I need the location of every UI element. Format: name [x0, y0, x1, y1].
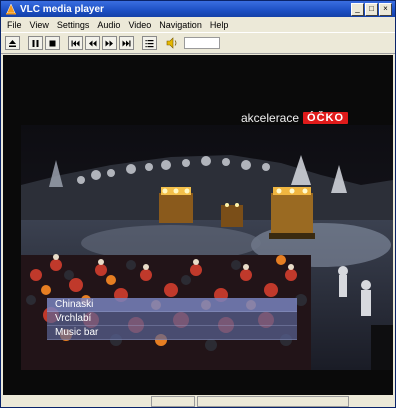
- channel-watermark: akcelerace ÓČKO: [241, 111, 349, 125]
- fast-forward-button[interactable]: [102, 36, 117, 50]
- playlist-overlay: Chinaski Vrchlabí Music bar: [47, 298, 297, 340]
- volume-slider[interactable]: [184, 37, 220, 49]
- vlc-window: VLC media player _ □ × File View Setting…: [0, 0, 396, 408]
- playlist-icon: [145, 39, 154, 47]
- skip-back-icon: [71, 40, 80, 46]
- menu-settings[interactable]: Settings: [53, 20, 94, 30]
- title-bar[interactable]: VLC media player _ □ ×: [1, 1, 395, 17]
- playlist-item[interactable]: Chinaski: [47, 298, 297, 312]
- eject-button[interactable]: [5, 36, 20, 50]
- pause-icon: [32, 39, 39, 47]
- fast-forward-icon: [105, 40, 113, 46]
- playlist-button[interactable]: [142, 36, 157, 50]
- pause-button[interactable]: [28, 36, 43, 50]
- menu-file[interactable]: File: [3, 20, 26, 30]
- watermark-text: akcelerace: [241, 111, 300, 125]
- vlc-cone-icon: [5, 3, 17, 15]
- close-button[interactable]: ×: [379, 2, 392, 16]
- video-area[interactable]: akcelerace ÓČKO Chinaski Vrchlabí Music …: [3, 55, 393, 395]
- status-bar: [1, 395, 395, 407]
- menu-view[interactable]: View: [26, 20, 53, 30]
- menu-navigation[interactable]: Navigation: [155, 20, 206, 30]
- maximize-button[interactable]: □: [365, 2, 378, 16]
- eject-icon: [9, 39, 16, 47]
- skip-forward-icon: [122, 40, 131, 46]
- menu-video[interactable]: Video: [124, 20, 155, 30]
- channel-logo: ÓČKO: [303, 112, 349, 124]
- rewind-icon: [89, 40, 97, 46]
- menu-bar: File View Settings Audio Video Navigatio…: [1, 17, 395, 32]
- menu-audio[interactable]: Audio: [93, 20, 124, 30]
- playlist-item[interactable]: Vrchlabí: [47, 312, 297, 326]
- status-cell-time: [151, 395, 195, 407]
- previous-button[interactable]: [68, 36, 83, 50]
- status-cell-info: [197, 395, 349, 407]
- toolbar: [1, 32, 395, 54]
- window-title: VLC media player: [20, 3, 104, 15]
- minimize-button[interactable]: _: [351, 2, 364, 16]
- next-button[interactable]: [119, 36, 134, 50]
- speaker-icon[interactable]: [165, 36, 179, 50]
- playlist-item[interactable]: Music bar: [47, 326, 297, 340]
- rewind-button[interactable]: [85, 36, 100, 50]
- stop-icon: [49, 40, 56, 46]
- stop-button[interactable]: [45, 36, 60, 50]
- menu-help[interactable]: Help: [206, 20, 233, 30]
